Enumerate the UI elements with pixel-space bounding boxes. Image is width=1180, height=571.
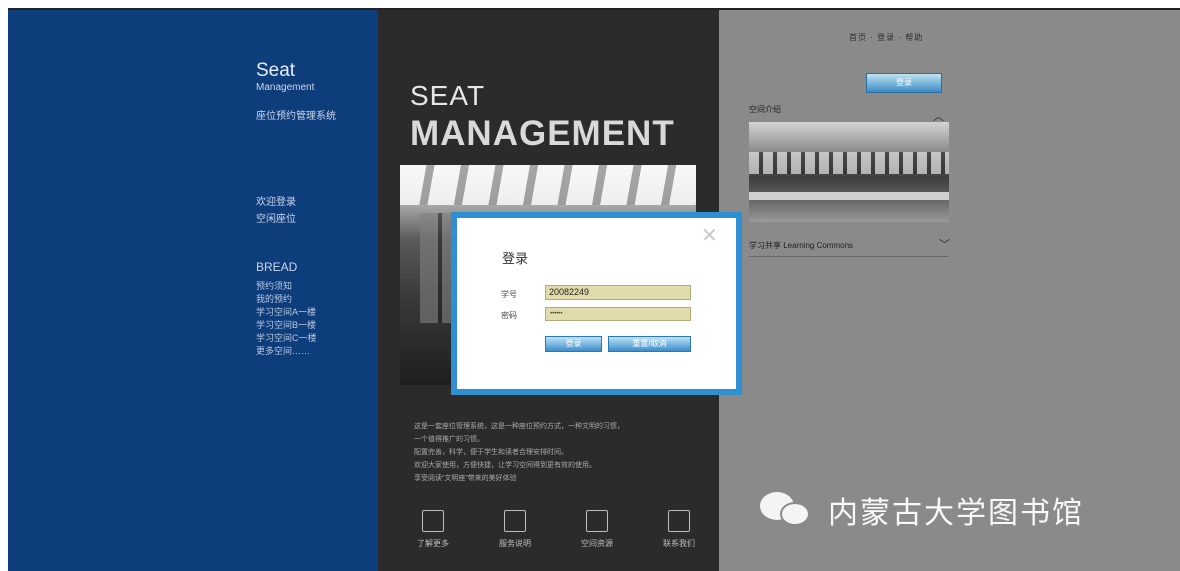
nav-item[interactable]: 预约须知 — [256, 280, 317, 293]
feature-service[interactable]: 服务说明 — [488, 510, 542, 565]
intro-line: 欢迎大家使用，方便快捷，让学习空间得到更有效的使用。 — [414, 462, 596, 469]
top-nav-links[interactable]: 首页 · 登录 · 帮助 — [849, 32, 923, 43]
feature-label: 空间资源 — [581, 539, 613, 548]
intro-line: 享受阅读“文明座”带来的美好体验 — [414, 475, 517, 482]
intro-line: 这是一套座位管理系统，这是一种座位预约方式，一种文明的习惯， — [414, 423, 624, 430]
divider — [749, 256, 949, 257]
right-gray-panel: 首页 · 登录 · 帮助 登录 空间介绍 ︿ 学习共享 Learning Com… — [719, 10, 1180, 571]
reset-cancel-button[interactable]: 重置/取消 — [608, 336, 691, 352]
nav-item[interactable]: 学习空间C一楼 — [256, 332, 317, 345]
nav-item[interactable]: 我的预约 — [256, 293, 317, 306]
brand-subtitle: Management — [256, 82, 315, 93]
brand-title: Seat — [256, 60, 296, 81]
building-icon — [586, 510, 608, 532]
chevron-down-icon[interactable]: ﹀ — [939, 236, 950, 252]
left-blue-panel: Seat Management 座位预约管理系统 欢迎登录 空闲座位 BREAD… — [8, 10, 378, 571]
account-label: 学号 — [501, 290, 517, 299]
password-label: 密码 — [501, 311, 517, 320]
feature-label: 服务说明 — [499, 539, 531, 548]
document-icon — [504, 510, 526, 532]
brand-system-name: 座位预约管理系统 — [256, 111, 336, 122]
intro-text: 这是一套座位管理系统，这是一种座位预约方式，一种文明的习惯， 一个值得推广的习惯… — [414, 420, 704, 485]
nav-item[interactable]: 学习空间A一楼 — [256, 306, 317, 319]
login-button[interactable]: 登录 — [866, 73, 942, 93]
hero-heading-seat: SEAT — [410, 80, 486, 111]
feature-contact[interactable]: 联系我们 — [652, 510, 706, 565]
learning-commons-label[interactable]: 学习共享 Learning Commons — [749, 240, 853, 251]
list-heading: BREAD — [256, 260, 298, 274]
hero-heading-management: MANAGEMENT — [410, 114, 675, 153]
watermark-text: 内蒙古大学图书馆 — [828, 497, 1084, 530]
feature-spaces[interactable]: 空间资源 — [570, 510, 624, 565]
wechat-icon — [760, 490, 820, 530]
nav-item[interactable]: 学习空间B一楼 — [256, 319, 317, 332]
intro-line: 一个值得推广的习惯。 — [414, 436, 484, 443]
nav-list: 预约须知 我的预约 学习空间A一楼 学习空间B一楼 学习空间C一楼 更多空间…… — [256, 280, 317, 358]
monitor-icon — [668, 510, 690, 532]
password-input[interactable]: •••••• — [545, 307, 691, 321]
close-icon[interactable]: ✕ — [701, 226, 718, 246]
feature-learn-more[interactable]: 了解更多 — [406, 510, 460, 565]
library-space-photo — [749, 122, 949, 222]
account-input[interactable]: 20082249 — [545, 285, 691, 300]
space-intro-label[interactable]: 空间介绍 — [749, 104, 781, 115]
login-dialog: ✕ 登录 学号 20082249 密码 •••••• 登录 重置/取消 — [451, 212, 742, 395]
intro-line: 配置完善，科学，便于学生和读者合理安排时间。 — [414, 449, 568, 456]
feature-icon-row: 了解更多 服务说明 空间资源 联系我们 — [406, 510, 706, 565]
clipboard-icon — [422, 510, 444, 532]
feature-label: 了解更多 — [417, 539, 449, 548]
feature-label: 联系我们 — [663, 539, 695, 548]
dialog-title: 登录 — [502, 251, 529, 266]
section-available-seats[interactable]: 空闲座位 — [256, 210, 296, 225]
login-submit-button[interactable]: 登录 — [545, 336, 602, 352]
watermark: 内蒙古大学图书馆 — [760, 488, 1084, 532]
section-welcome[interactable]: 欢迎登录 — [256, 193, 296, 208]
nav-item[interactable]: 更多空间…… — [256, 345, 317, 358]
